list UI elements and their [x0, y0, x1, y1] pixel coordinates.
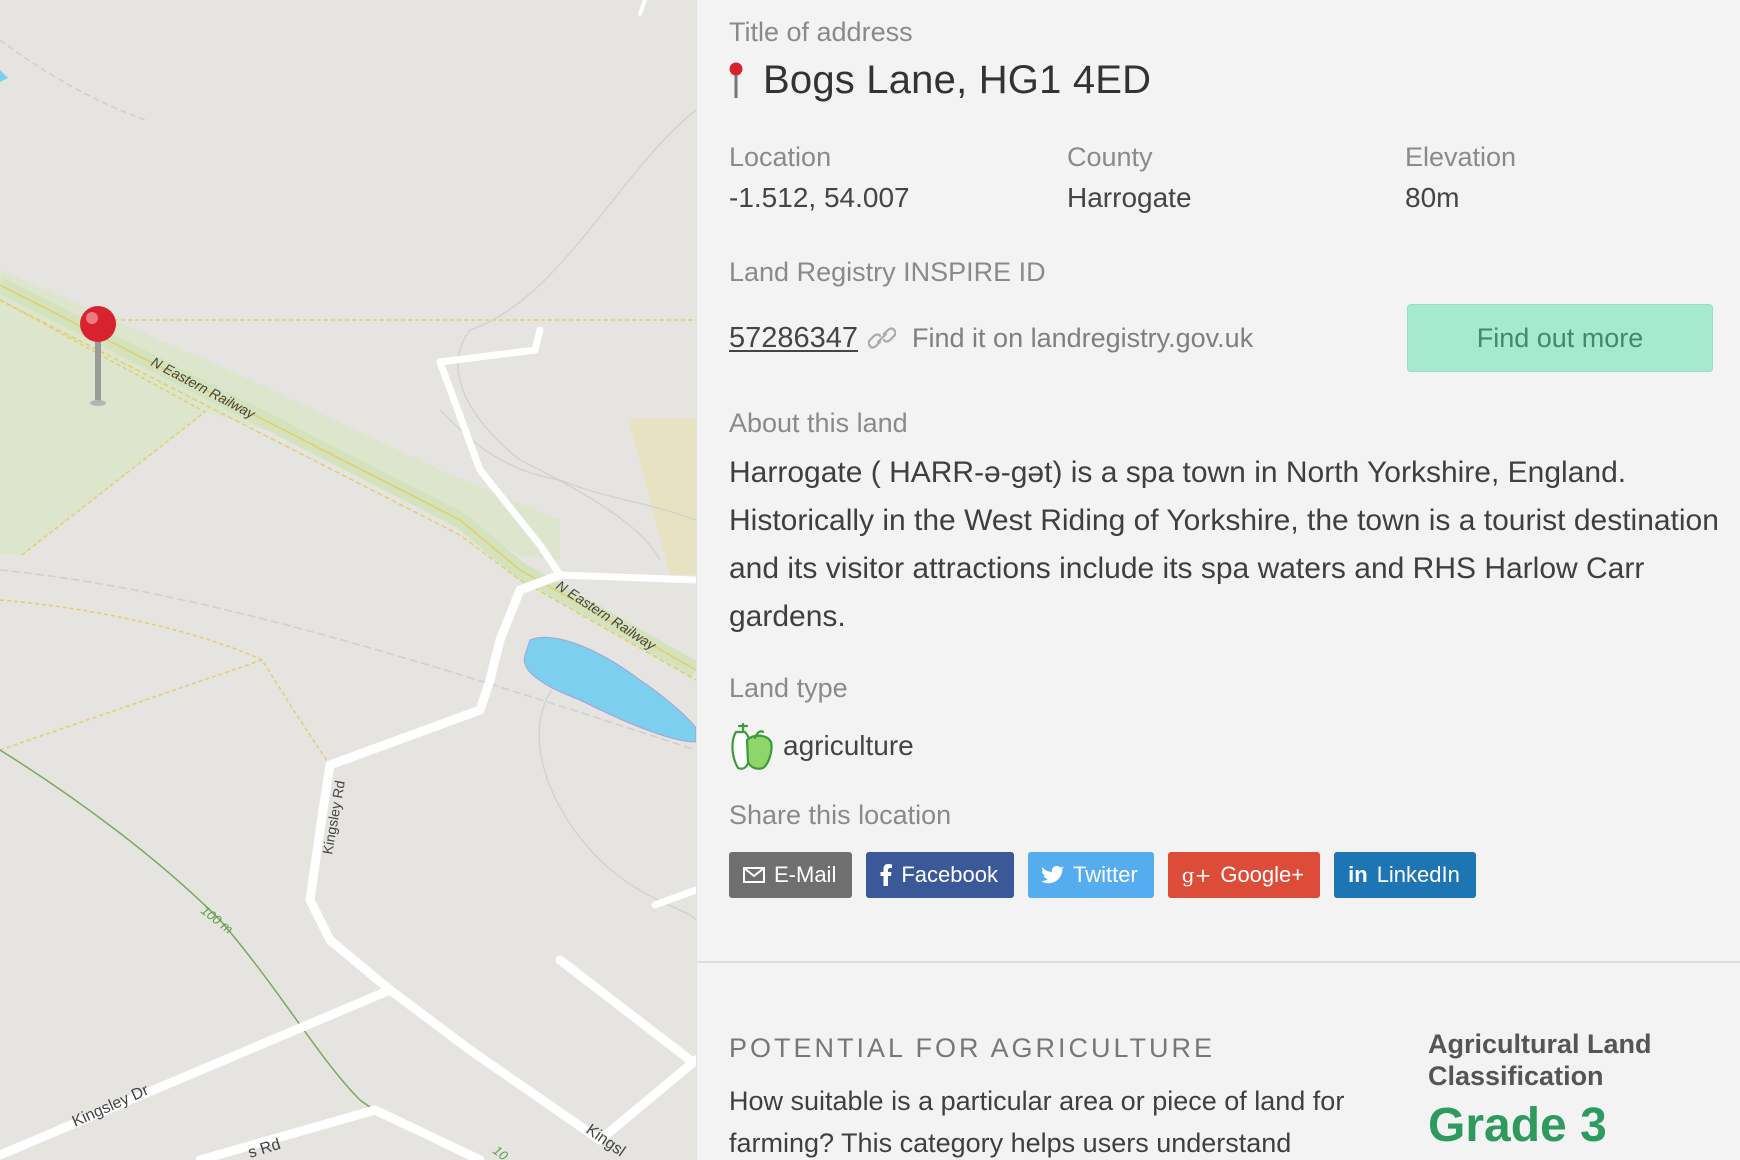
about-label: About this land — [729, 408, 908, 438]
share-label: Share this location — [729, 800, 952, 830]
share-email-button[interactable]: E-Mail — [729, 852, 853, 898]
section-divider — [697, 961, 1740, 963]
google-plus-icon: g+ — [1181, 863, 1212, 887]
page-title: Bogs Lane, HG1 4ED — [763, 57, 1152, 102]
share-email-label: E-Mail — [774, 862, 837, 887]
land-type-label: Land type — [729, 673, 848, 703]
registry-id-link[interactable]: 57286347 — [729, 322, 858, 355]
linkedin-icon: in — [1348, 862, 1368, 887]
envelope-icon — [743, 867, 765, 883]
land-type: agriculture — [729, 718, 914, 774]
facebook-icon — [880, 864, 893, 886]
county-value: Harrogate — [1067, 182, 1192, 213]
map-canvas[interactable]: N Eastern Railway N Eastern Railway King… — [0, 0, 696, 1160]
land-type-value: agriculture — [783, 730, 914, 761]
agriculture-section-title: POTENTIAL FOR AGRICULTURE — [729, 1033, 1216, 1063]
share-twitter-label: Twitter — [1072, 862, 1138, 887]
share-facebook-button[interactable]: Facebook — [866, 852, 1014, 898]
link-icon — [868, 327, 897, 349]
map-pin-icon — [729, 62, 743, 98]
title-label: Title of address — [729, 17, 913, 47]
registry-hint: Find it on landregistry.gov.uk — [912, 322, 1254, 353]
share-googleplus-label: Google+ — [1220, 862, 1305, 887]
share-facebook-label: Facebook — [901, 862, 998, 887]
registry-label: Land Registry INSPIRE ID — [729, 257, 1046, 287]
find-out-more-button[interactable]: Find out more — [1407, 304, 1713, 372]
location-value: -1.512, 54.007 — [729, 182, 910, 213]
elevation-value: 80m — [1405, 182, 1460, 213]
classification-grade: Grade 3 — [1428, 1099, 1607, 1152]
details-panel: Title of address Bogs Lane, HG1 4ED Loca… — [696, 0, 1740, 1160]
share-twitter-button[interactable]: Twitter — [1027, 852, 1154, 898]
vegetable-icon — [731, 722, 773, 770]
county-label: County — [1067, 142, 1153, 172]
elevation-label: Elevation — [1405, 142, 1517, 172]
registry-row: 57286347 Find it on landregistry.gov.uk — [729, 317, 1253, 359]
classification-label: Agricultural Land Classification — [1428, 1029, 1652, 1091]
agriculture-description: How suitable is a particular area or pie… — [729, 1086, 1345, 1158]
title-row: Bogs Lane, HG1 4ED — [729, 52, 1151, 108]
map-view[interactable]: N Eastern Railway N Eastern Railway King… — [0, 0, 696, 1160]
share-googleplus-button[interactable]: g+ Google+ — [1167, 852, 1321, 898]
twitter-bird-icon — [1041, 866, 1064, 884]
about-text: Harrogate ( HARR-ə-gət) is a spa town in… — [729, 456, 1719, 633]
share-linkedin-button[interactable]: in LinkedIn — [1334, 852, 1476, 898]
share-buttons: E-Mail Facebook Twitter g+ Google+ in Li… — [729, 852, 1476, 898]
share-linkedin-label: LinkedIn — [1376, 862, 1460, 887]
location-label: Location — [729, 142, 832, 172]
